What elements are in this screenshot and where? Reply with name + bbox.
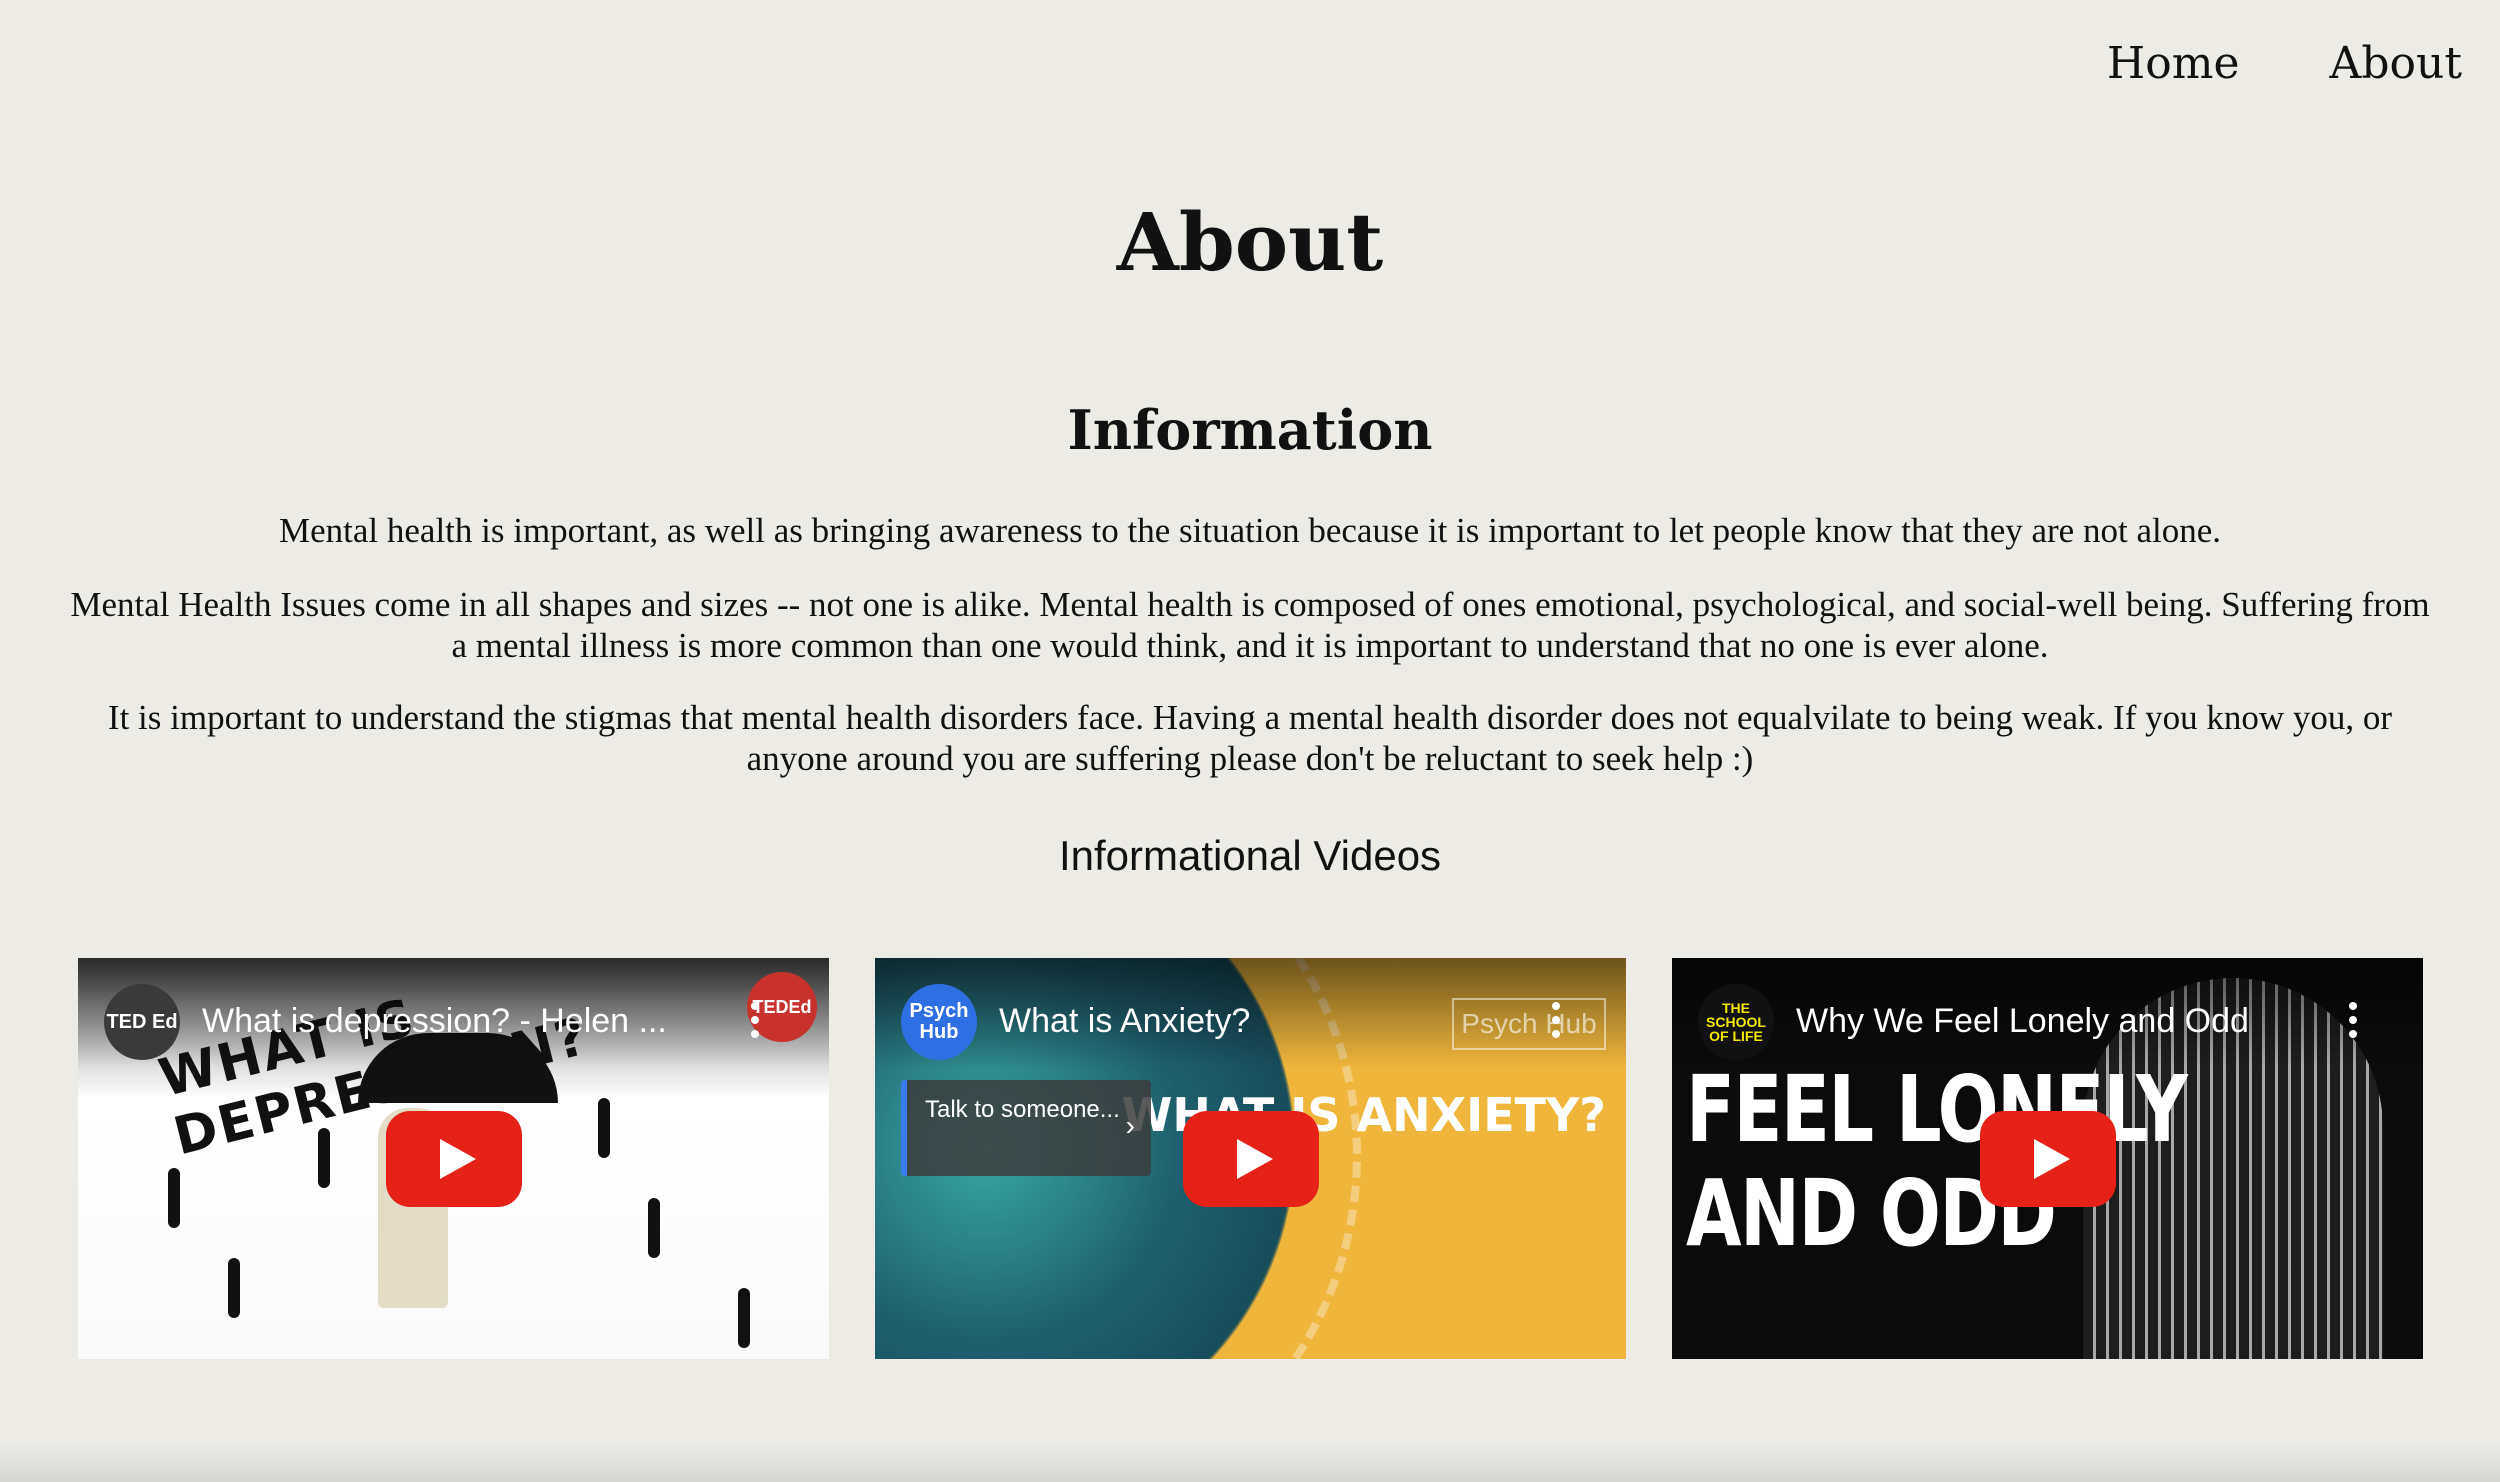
video-title[interactable]: Why We Feel Lonely and Odd bbox=[1796, 1002, 2249, 1041]
videos-heading: Informational Videos bbox=[1058, 832, 1442, 879]
rain-drop bbox=[168, 1168, 180, 1228]
information-heading: Information bbox=[1067, 398, 1433, 462]
more-options-icon[interactable] bbox=[1552, 1002, 1560, 1044]
video-title[interactable]: What is depression? - Helen ... bbox=[202, 1002, 667, 1041]
bottom-shadow bbox=[0, 1442, 2500, 1482]
info-card[interactable]: Talk to someone... › bbox=[901, 1080, 1151, 1176]
nav-about-link[interactable]: About bbox=[2330, 38, 2462, 89]
channel-avatar[interactable]: TED Ed bbox=[104, 984, 180, 1060]
nav-home-link[interactable]: Home bbox=[2107, 38, 2240, 89]
top-nav: Home About bbox=[2107, 38, 2462, 89]
rain-drop bbox=[648, 1198, 660, 1258]
play-icon[interactable] bbox=[385, 1110, 522, 1207]
play-icon[interactable] bbox=[1182, 1110, 1319, 1207]
info-paragraph-2: Mental Health Issues come in all shapes … bbox=[70, 585, 2430, 665]
rain-drop bbox=[318, 1128, 330, 1188]
video-depression[interactable]: WHAT IS DEPRESSION? TED Ed What is depre… bbox=[78, 958, 829, 1359]
play-icon[interactable] bbox=[1979, 1110, 2116, 1207]
info-paragraph-3: It is important to understand the stigma… bbox=[107, 698, 2393, 778]
video-title[interactable]: What is Anxiety? bbox=[999, 1002, 1250, 1041]
thumbnail-text: FEEL LONELY AND ODD bbox=[1686, 1056, 2188, 1267]
chevron-right-icon: › bbox=[1125, 1110, 1135, 1141]
page-title: About bbox=[1116, 195, 1384, 289]
video-lonely[interactable]: FEEL LONELY AND ODD THE SCHOOL OF LIFE W… bbox=[1672, 958, 2423, 1359]
info-card-text: Talk to someone... bbox=[925, 1096, 1120, 1123]
video-anxiety[interactable]: WHAT IS ANXIETY? Psych Hub What is Anxie… bbox=[875, 958, 1626, 1359]
channel-avatar[interactable]: Psych Hub bbox=[901, 984, 977, 1060]
rain-drop bbox=[228, 1258, 240, 1318]
channel-watermark: Psych Hub bbox=[1452, 998, 1606, 1050]
channel-avatar[interactable]: THE SCHOOL OF LIFE bbox=[1698, 984, 1774, 1060]
rain-drop bbox=[598, 1098, 610, 1158]
more-options-icon[interactable] bbox=[751, 1002, 759, 1044]
rain-drop bbox=[738, 1288, 750, 1348]
info-paragraph-1: Mental health is important, as well as b… bbox=[278, 511, 2221, 550]
more-options-icon[interactable] bbox=[2349, 1002, 2357, 1044]
